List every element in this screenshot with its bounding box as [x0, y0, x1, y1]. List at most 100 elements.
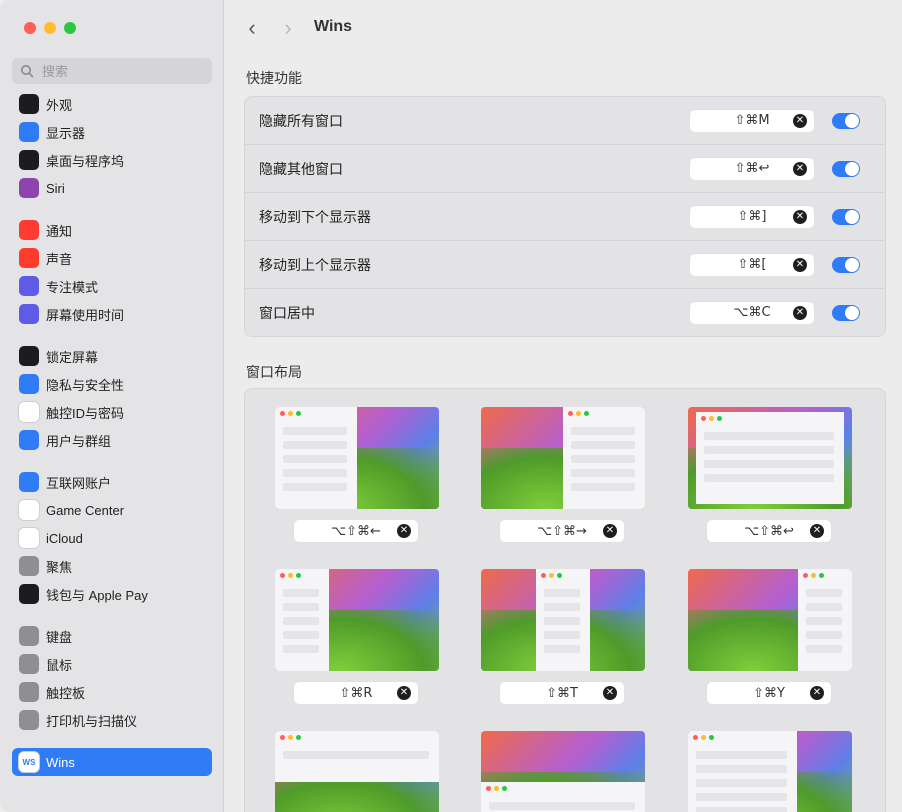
trackpad-icon — [19, 682, 39, 702]
shortcut-keys: ⌥⌘C — [733, 305, 771, 320]
clear-shortcut-icon[interactable]: ✕ — [793, 257, 807, 272]
sidebar: 外观显示器桌面与程序坞 Siri 通知声音专注模式屏幕使用时间锁定屏幕隐私与安全性触… — [0, 0, 224, 812]
layout-shortcut-recorder[interactable]: ⇧⌘Y ✕ — [707, 682, 831, 704]
sidebar-item-dock[interactable]: 桌面与程序坞 — [12, 146, 212, 174]
shortcut-recorder[interactable]: ⇧⌘↩ ✕ — [690, 157, 814, 180]
sidebar-item-printer[interactable]: 打印机与扫描仪 — [12, 706, 212, 734]
sidebar-item-lock[interactable]: 锁定屏幕 — [12, 342, 212, 370]
sidebar-item-magnifier[interactable]: 聚焦 — [12, 552, 212, 580]
shortcut-toggle[interactable] — [832, 208, 860, 225]
layouts-heading: 窗口布局 — [246, 364, 302, 380]
layout-preview-maximize[interactable] — [688, 407, 852, 509]
sun-icon — [19, 122, 39, 142]
clear-shortcut-icon[interactable]: ✕ — [793, 209, 807, 224]
clear-shortcut-icon[interactable]: ✕ — [810, 686, 824, 700]
sidebar-item-cloud[interactable]: iCloud — [12, 524, 212, 552]
sidebar-item-keyboard[interactable]: 键盘 — [12, 622, 212, 650]
clear-shortcut-icon[interactable]: ✕ — [793, 113, 807, 128]
sidebar-item-hourglass[interactable]: 屏幕使用时间 — [12, 300, 212, 328]
minimize-window-button[interactable] — [44, 22, 56, 34]
sidebar-item-label: Wins — [46, 754, 75, 770]
sidebar-item-fingerprint[interactable]: 触控ID与密码 — [12, 398, 212, 426]
shortcut-label: 隐藏其他窗口 — [259, 160, 343, 177]
layouts-grid: ⌥⇧⌘← ✕ ⌥⇧⌘→ ✕ ⌥⇧⌘↩ ✕ ⇧⌘R ✕ ⇧⌘T ✕ ⇧⌘Y ✕ — [244, 388, 886, 812]
window-preview — [481, 782, 645, 812]
wallet-icon — [19, 584, 39, 604]
sidebar-item-moon[interactable]: 专注模式 — [12, 272, 212, 300]
layout-shortcut-recorder[interactable]: ⌥⇧⌘→ ✕ — [500, 520, 624, 542]
sidebar-item-siri[interactable]: Siri — [12, 174, 212, 202]
layout-shortcut-recorder[interactable]: ⇧⌘R ✕ — [294, 682, 418, 704]
users-icon — [19, 430, 39, 450]
forward-button[interactable]: › — [278, 16, 298, 40]
shortcut-toggle[interactable] — [832, 256, 860, 273]
layout-shortcut-recorder[interactable]: ⌥⇧⌘↩ ✕ — [707, 520, 831, 542]
sidebar-item-label: 触控板 — [46, 685, 86, 701]
layout-preview-bottom-half[interactable] — [481, 731, 645, 812]
shortcut-toggle[interactable] — [832, 112, 860, 129]
clear-shortcut-icon[interactable]: ✕ — [603, 686, 617, 700]
sidebar-item-label: 通知 — [46, 223, 73, 239]
back-button[interactable]: ‹ — [242, 16, 262, 40]
clear-shortcut-icon[interactable]: ✕ — [810, 524, 824, 538]
shortcut-keys: ⇧⌘↩ — [734, 161, 770, 176]
layout-preview-left-third[interactable] — [275, 569, 439, 671]
printer-icon — [19, 710, 39, 730]
appearance-icon — [19, 94, 39, 114]
speaker-icon — [19, 248, 39, 268]
layout-preview-top-half[interactable] — [275, 731, 439, 812]
sidebar-item-wallet[interactable]: 钱包与 Apple Pay — [12, 580, 212, 608]
sidebar-item-label: 桌面与程序坞 — [46, 153, 125, 169]
window-preview — [563, 407, 645, 509]
zoom-window-button[interactable] — [64, 22, 76, 34]
sidebar-item-sun[interactable]: 显示器 — [12, 118, 212, 146]
sidebar-item-game-center[interactable]: Game Center — [12, 496, 212, 524]
sidebar-item-wins-app[interactable]: WS Wins — [12, 748, 212, 776]
fingerprint-icon — [19, 402, 39, 422]
siri-icon — [19, 178, 39, 198]
search-input[interactable] — [40, 62, 204, 80]
sidebar-item-users[interactable]: 用户与群组 — [12, 426, 212, 454]
layout-shortcut-recorder[interactable]: ⌥⇧⌘← ✕ — [294, 520, 418, 542]
shortcut-keys: ⇧⌘[ — [737, 257, 767, 272]
window-preview — [696, 412, 844, 504]
shortcut-recorder[interactable]: ⇧⌘[ ✕ — [690, 253, 814, 276]
layout-preview-right-half[interactable] — [481, 407, 645, 509]
window-preview — [275, 731, 439, 782]
sidebar-item-trackpad[interactable]: 触控板 — [12, 678, 212, 706]
sidebar-item-label: iCloud — [46, 530, 83, 546]
sidebar-item-bell[interactable]: 通知 — [12, 216, 212, 244]
clear-shortcut-icon[interactable]: ✕ — [397, 524, 411, 538]
sidebar-item-appearance[interactable]: 外观 — [12, 90, 212, 118]
layout-preview-right-two-thirds[interactable] — [688, 731, 852, 812]
shortcuts-group: 隐藏所有窗口 ⇧⌘M ✕ 隐藏其他窗口 ⇧⌘↩ ✕ 移动到下个显示器 ⇧⌘] ✕ 移动到上个显示器… — [244, 96, 886, 337]
shortcut-recorder[interactable]: ⇧⌘] ✕ — [690, 205, 814, 228]
layout-shortcut-recorder[interactable]: ⇧⌘T ✕ — [500, 682, 624, 704]
page-title: Wins — [314, 18, 353, 35]
sidebar-item-label: 用户与群组 — [46, 433, 112, 449]
shortcut-recorder[interactable]: ⌥⌘C ✕ — [690, 301, 814, 324]
hand-icon — [19, 374, 39, 394]
clear-shortcut-icon[interactable]: ✕ — [793, 161, 807, 176]
sidebar-item-mouse[interactable]: 鼠标 — [12, 650, 212, 678]
sidebar-item-label: Game Center — [46, 502, 125, 518]
shortcut-label: 隐藏所有窗口 — [259, 112, 343, 129]
sidebar-item-hand[interactable]: 隐私与安全性 — [12, 370, 212, 398]
sidebar-item-speaker[interactable]: 声音 — [12, 244, 212, 272]
shortcut-toggle[interactable] — [832, 304, 860, 321]
shortcut-recorder[interactable]: ⇧⌘M ✕ — [690, 109, 814, 132]
clear-shortcut-icon[interactable]: ✕ — [793, 305, 807, 320]
shortcut-keys: ⇧⌘] — [737, 209, 767, 224]
window-preview — [275, 569, 329, 671]
layout-preview-center-third[interactable] — [481, 569, 645, 671]
layout-preview-left-half[interactable] — [275, 407, 439, 509]
shortcut-keys: ⇧⌘R — [339, 685, 373, 701]
sidebar-item-at[interactable]: 互联网账户 — [12, 468, 212, 496]
sidebar-item-label: Siri — [46, 180, 65, 196]
shortcuts-heading: 快捷功能 — [246, 70, 302, 86]
close-window-button[interactable] — [24, 22, 36, 34]
clear-shortcut-icon[interactable]: ✕ — [603, 524, 617, 538]
shortcut-toggle[interactable] — [832, 160, 860, 177]
clear-shortcut-icon[interactable]: ✕ — [397, 686, 411, 700]
layout-preview-right-third[interactable] — [688, 569, 852, 671]
